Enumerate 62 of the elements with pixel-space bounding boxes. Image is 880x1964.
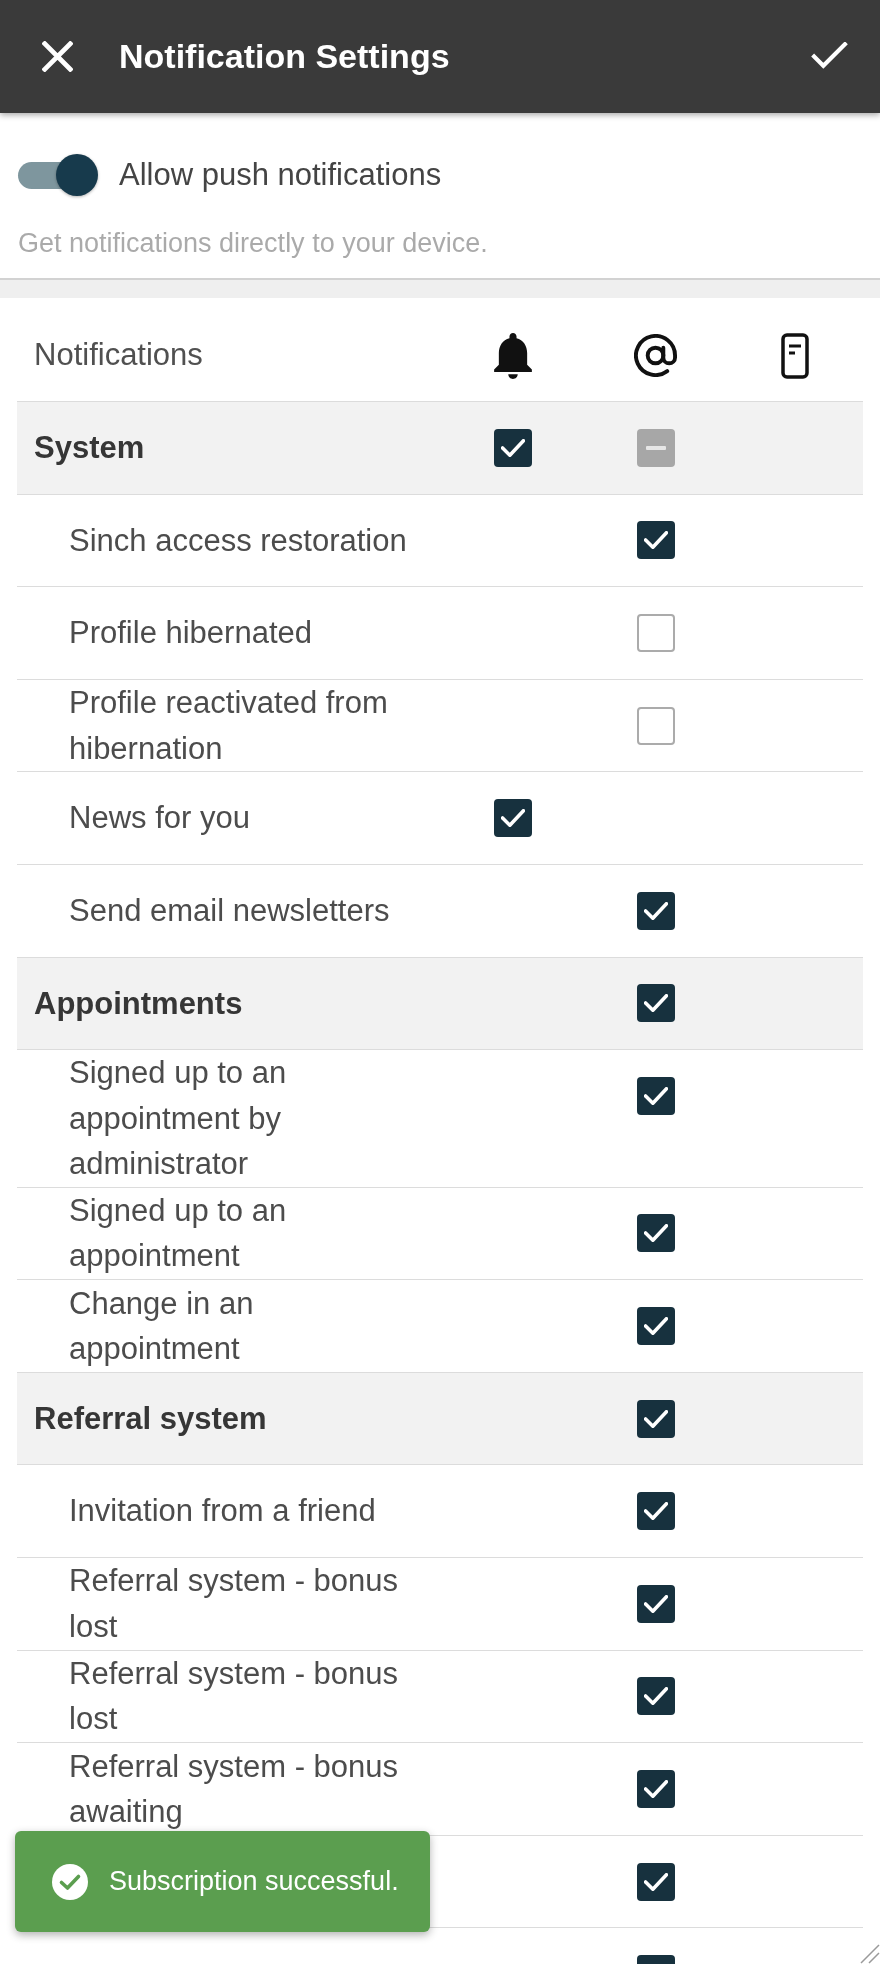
notification-label: Profile reactivated from hibernation xyxy=(69,684,389,768)
at-sign-icon xyxy=(634,334,677,377)
checkbox[interactable] xyxy=(636,984,675,1023)
notification-label: Profile hibernated xyxy=(69,614,313,653)
confirm-button[interactable] xyxy=(811,42,848,71)
checkbox[interactable] xyxy=(636,614,675,652)
checkbox[interactable] xyxy=(636,891,675,930)
notification-label: Signed up to an appointment by administrator xyxy=(69,1054,288,1184)
check-icon xyxy=(643,1409,668,1428)
check-icon xyxy=(811,42,848,71)
check-icon xyxy=(643,1780,668,1798)
toast-message: Subscription successful. xyxy=(109,1865,399,1899)
group-label: System xyxy=(34,429,145,468)
check-icon xyxy=(643,1594,668,1613)
checkbox[interactable] xyxy=(636,1399,675,1438)
notification-label: Sinch access restoration xyxy=(69,521,408,560)
push-toggle[interactable] xyxy=(18,153,98,197)
column-heading: Notifications xyxy=(33,336,204,375)
check-icon xyxy=(643,1317,668,1336)
check-icon xyxy=(643,1086,668,1105)
notification-label: Referral system - bonus lost xyxy=(69,1654,400,1739)
check-icon xyxy=(643,1224,668,1243)
checkbox[interactable] xyxy=(636,1076,675,1115)
page-title: Notification Settings xyxy=(119,36,450,77)
checkbox[interactable] xyxy=(636,1770,675,1808)
checkbox[interactable] xyxy=(636,706,675,745)
check-circle-icon xyxy=(52,1863,88,1900)
close-icon xyxy=(42,41,73,72)
check-icon xyxy=(501,438,525,457)
check-icon xyxy=(501,809,525,828)
checkbox[interactable] xyxy=(636,521,675,560)
checkbox[interactable] xyxy=(636,428,675,467)
check-icon xyxy=(643,1872,668,1891)
resize-grip-icon xyxy=(860,1944,880,1964)
push-label: Allow push notifications xyxy=(119,155,442,194)
group-label: Appointments xyxy=(34,984,243,1023)
checkbox[interactable] xyxy=(636,1492,675,1531)
notification-label: Change in an appointment xyxy=(69,1284,255,1369)
checkbox[interactable] xyxy=(494,428,532,467)
bell-icon xyxy=(494,332,532,379)
check-icon xyxy=(643,1687,668,1706)
minus-icon xyxy=(645,445,666,450)
push-description: Get notifications directly to your device. xyxy=(18,227,489,259)
check-icon xyxy=(643,531,668,550)
checkbox[interactable] xyxy=(636,1862,675,1901)
phone-icon xyxy=(781,332,809,379)
checkbox[interactable] xyxy=(494,799,532,838)
check-icon xyxy=(643,994,668,1013)
notification-label: News for you xyxy=(69,799,251,838)
checkbox[interactable] xyxy=(636,1584,675,1623)
checkbox[interactable] xyxy=(636,1214,675,1253)
checkbox[interactable] xyxy=(636,1677,675,1716)
check-icon xyxy=(643,901,668,920)
notification-label: Signed up to an appointment xyxy=(69,1191,288,1276)
checkbox[interactable] xyxy=(636,1307,675,1346)
check-icon xyxy=(643,1502,668,1521)
notification-label: Send email newsletters xyxy=(69,892,391,930)
group-label: Referral system xyxy=(34,1399,267,1438)
notification-label: Invitation from a friend xyxy=(69,1492,377,1531)
notification-label: Referral system - bonus lost xyxy=(69,1562,400,1646)
close-button[interactable] xyxy=(42,41,73,72)
notification-label: Referral system - bonus awaiting xyxy=(69,1747,400,1831)
